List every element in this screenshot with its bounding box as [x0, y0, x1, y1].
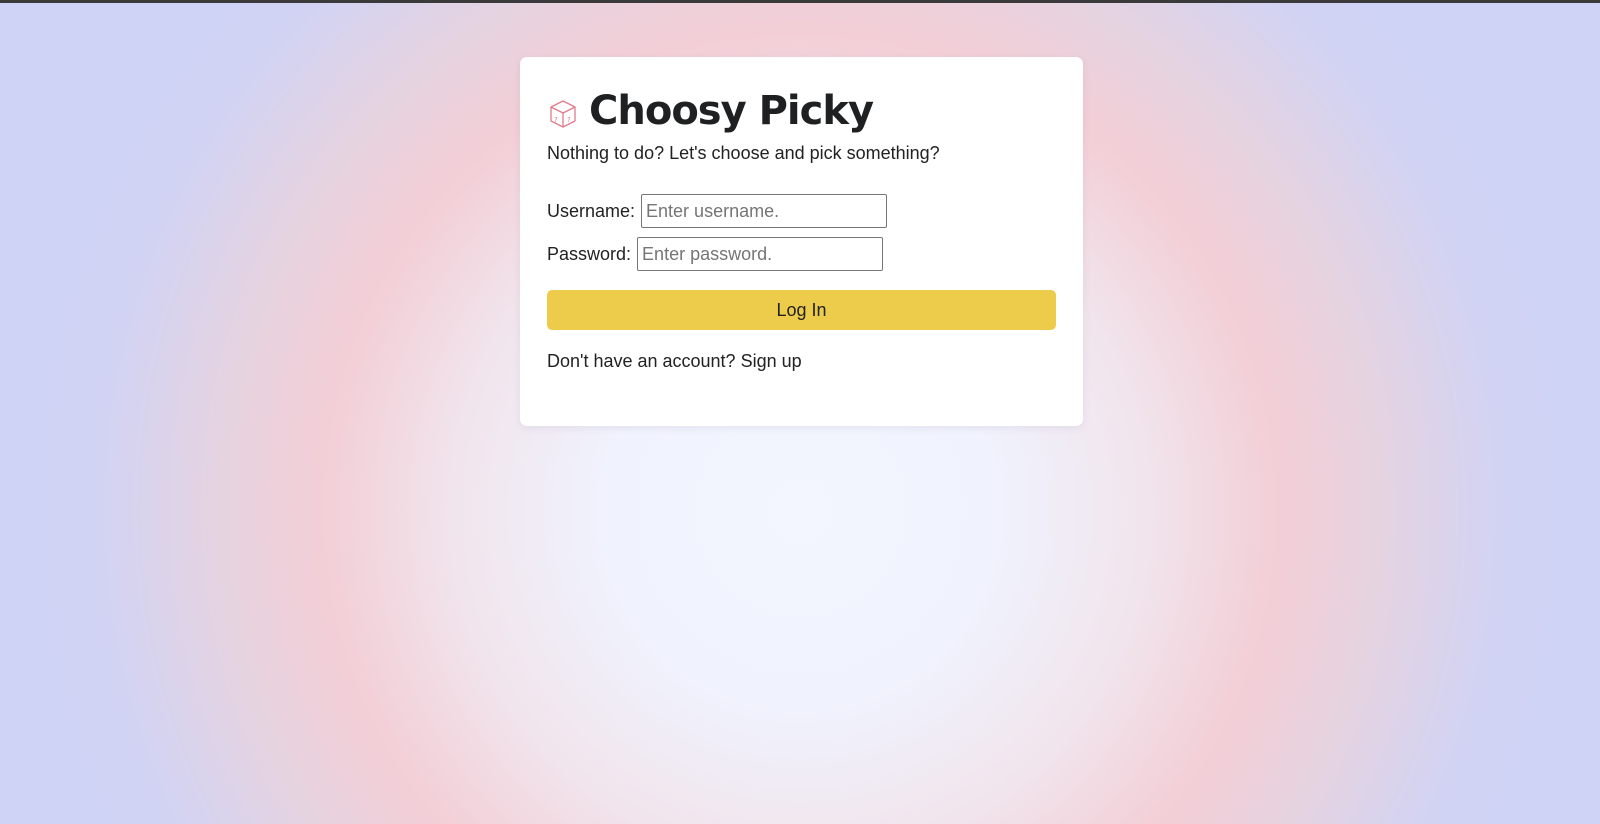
username-label: Username: [547, 200, 636, 221]
signup-link[interactable]: Sign up [741, 351, 802, 371]
password-row: Password: [547, 237, 1056, 271]
signup-prompt-text: Don't have an account? [547, 351, 736, 371]
password-label: Password: [547, 243, 632, 264]
svg-text:?: ? [567, 116, 571, 124]
login-button[interactable]: Log In [547, 290, 1056, 330]
app-title: Choosy Picky [589, 88, 874, 134]
signup-prompt: Don't have an account? Sign up [547, 351, 1056, 372]
username-row: Username: [547, 194, 1056, 228]
brand-header: ? ? Choosy Picky [547, 84, 1056, 138]
login-card: ? ? Choosy Picky Nothing to do? Let's ch… [520, 57, 1083, 426]
username-input[interactable] [641, 194, 888, 228]
window-top-border [0, 0, 1600, 3]
dice-icon: ? ? [550, 100, 576, 128]
tagline: Nothing to do? Let's choose and pick som… [547, 143, 940, 163]
svg-text:?: ? [554, 116, 558, 124]
password-input[interactable] [637, 237, 884, 271]
